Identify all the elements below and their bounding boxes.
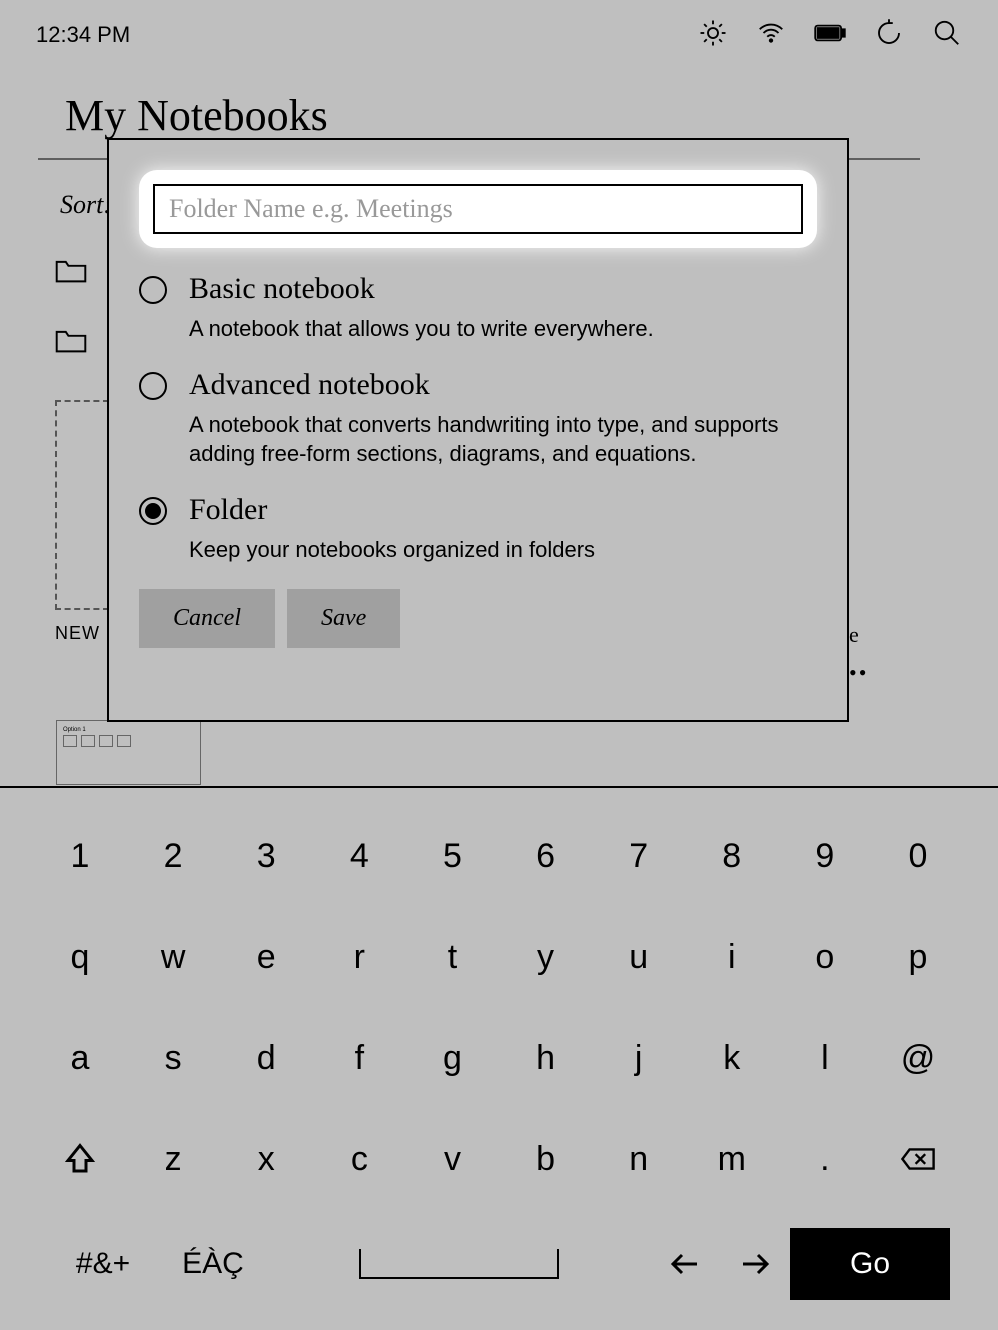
go-key[interactable]: Go (790, 1228, 950, 1300)
key-z[interactable]: z (141, 1127, 205, 1191)
key-m[interactable]: m (700, 1127, 764, 1191)
new-label: NEW (55, 623, 100, 644)
save-button[interactable]: Save (287, 589, 400, 648)
option-desc: A notebook that allows you to write ever… (189, 314, 654, 344)
key-s[interactable]: s (141, 1026, 205, 1090)
key-g[interactable]: g (420, 1026, 484, 1090)
wifi-icon[interactable] (756, 18, 786, 53)
key-l[interactable]: l (793, 1026, 857, 1090)
radio-icon[interactable] (139, 276, 167, 304)
truncated-text: e (849, 622, 859, 648)
key-x[interactable]: x (234, 1127, 298, 1191)
keyboard-row-1: 1 2 3 4 5 6 7 8 9 0 (48, 824, 950, 888)
key-j[interactable]: j (607, 1026, 671, 1090)
keyboard-row-4: z x c v b n m . (48, 1127, 950, 1191)
key-0[interactable]: 0 (886, 824, 950, 888)
key-w[interactable]: w (141, 925, 205, 989)
input-highlight (139, 170, 817, 248)
key-v[interactable]: v (420, 1127, 484, 1191)
key-a[interactable]: a (48, 1026, 112, 1090)
key-4[interactable]: 4 (327, 824, 391, 888)
cancel-button[interactable]: Cancel (139, 589, 275, 648)
key-e[interactable]: e (234, 925, 298, 989)
option-title: Folder (189, 493, 595, 527)
sync-icon[interactable] (874, 18, 904, 53)
folder-name-input[interactable] (153, 184, 803, 234)
key-b[interactable]: b (514, 1127, 578, 1191)
key-3[interactable]: 3 (234, 824, 298, 888)
shift-key[interactable] (48, 1127, 112, 1191)
key-c[interactable]: c (327, 1127, 391, 1191)
folder-icon (55, 328, 87, 359)
battery-icon[interactable] (814, 18, 846, 53)
key-n[interactable]: n (607, 1127, 671, 1191)
notebook-thumbnail[interactable]: Option 1 (56, 720, 201, 785)
option-basic-notebook[interactable]: Basic notebook A notebook that allows yo… (139, 272, 817, 344)
key-q[interactable]: q (48, 925, 112, 989)
key-1[interactable]: 1 (48, 824, 112, 888)
folder-icon (55, 258, 87, 289)
key-t[interactable]: t (420, 925, 484, 989)
keyboard: 1 2 3 4 5 6 7 8 9 0 q w e r t y u i o p … (0, 786, 998, 1330)
backspace-key[interactable] (886, 1127, 950, 1191)
option-title: Basic notebook (189, 272, 654, 306)
status-bar: 12:34 PM (0, 0, 998, 70)
key-8[interactable]: 8 (700, 824, 764, 888)
key-i[interactable]: i (700, 925, 764, 989)
arrow-left-key[interactable] (650, 1232, 720, 1296)
key-o[interactable]: o (793, 925, 857, 989)
key-h[interactable]: h (514, 1026, 578, 1090)
radio-icon[interactable] (139, 497, 167, 525)
key-y[interactable]: y (514, 925, 578, 989)
status-icons (698, 18, 962, 53)
key-period[interactable]: . (793, 1127, 857, 1191)
key-5[interactable]: 5 (420, 824, 484, 888)
space-key[interactable] (284, 1232, 634, 1296)
symbols-key[interactable]: #&+ (48, 1232, 158, 1296)
key-2[interactable]: 2 (141, 824, 205, 888)
key-p[interactable]: p (886, 925, 950, 989)
more-dots[interactable]: •• (849, 660, 868, 686)
radio-icon[interactable] (139, 372, 167, 400)
option-desc: A notebook that converts handwriting int… (189, 410, 817, 469)
new-tile[interactable] (55, 400, 109, 610)
option-title: Advanced notebook (189, 368, 817, 402)
option-advanced-notebook[interactable]: Advanced notebook A notebook that conver… (139, 368, 817, 469)
key-u[interactable]: u (607, 925, 671, 989)
brightness-icon[interactable] (698, 18, 728, 53)
key-f[interactable]: f (327, 1026, 391, 1090)
key-k[interactable]: k (700, 1026, 764, 1090)
page-title: My Notebooks (65, 90, 328, 141)
key-7[interactable]: 7 (607, 824, 671, 888)
key-d[interactable]: d (234, 1026, 298, 1090)
create-dialog: Basic notebook A notebook that allows yo… (107, 138, 849, 722)
search-icon[interactable] (932, 18, 962, 53)
arrow-right-key[interactable] (720, 1232, 790, 1296)
sort-label: Sort: (60, 190, 112, 220)
key-6[interactable]: 6 (514, 824, 578, 888)
option-folder[interactable]: Folder Keep your notebooks organized in … (139, 493, 817, 565)
keyboard-row-5: #&+ ÉÀÇ Go (48, 1228, 950, 1300)
keyboard-row-2: q w e r t y u i o p (48, 925, 950, 989)
key-at[interactable]: @ (886, 1026, 950, 1090)
key-r[interactable]: r (327, 925, 391, 989)
accents-key[interactable]: ÉÀÇ (158, 1232, 268, 1296)
option-desc: Keep your notebooks organized in folders (189, 535, 595, 565)
clock: 12:34 PM (36, 22, 130, 48)
key-9[interactable]: 9 (793, 824, 857, 888)
keyboard-row-3: a s d f g h j k l @ (48, 1026, 950, 1090)
